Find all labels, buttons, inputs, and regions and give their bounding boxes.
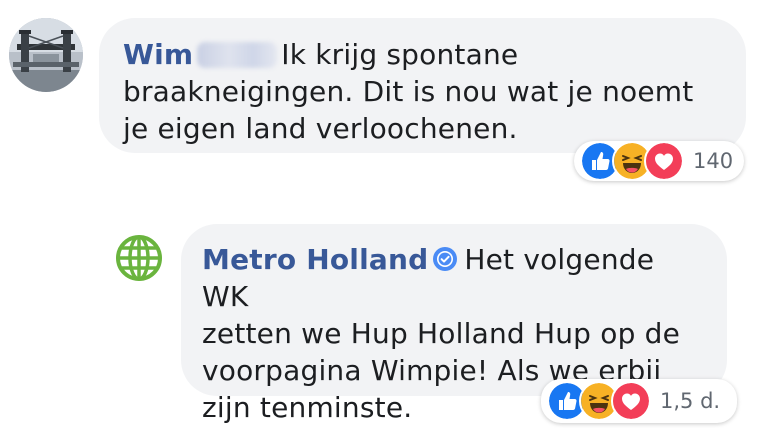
comment-author-link[interactable]: Wim xyxy=(123,38,193,71)
avatar-metro-holland[interactable] xyxy=(114,233,164,283)
love-icon xyxy=(644,141,684,181)
redacted-name xyxy=(197,42,278,68)
reply-text-line: zijn tenminste. xyxy=(202,391,413,424)
love-icon xyxy=(611,381,651,421)
comment-text: Wim Ik krijg spontane braakneigingen. Dit… xyxy=(123,36,726,147)
reply-timestamp[interactable]: 1,5 d. xyxy=(660,389,720,413)
comment-text-line: je eigen land verloochenen. xyxy=(123,112,518,145)
reactions-summary[interactable]: 140 xyxy=(574,141,744,181)
comment-text-line: Ik krijg spontane xyxy=(281,38,519,71)
reply-author-link[interactable]: Metro Holland xyxy=(202,243,428,276)
reply-bubble: Metro Holland Het volgende WK zetten we … xyxy=(181,224,727,424)
verified-badge-icon xyxy=(433,247,458,271)
reactions-summary[interactable]: 1,5 d. xyxy=(541,379,737,423)
reply-text-line: zetten we Hup Holland Hup op de xyxy=(202,317,681,350)
comment-text-line: braakneigingen. Dit is nou wat je noemt xyxy=(123,75,694,108)
avatar-wim[interactable] xyxy=(9,18,83,92)
bridge-photo-icon xyxy=(9,18,83,92)
globe-icon xyxy=(114,233,164,283)
reaction-count: 140 xyxy=(693,149,734,173)
comment-bubble: Wim Ik krijg spontane braakneigingen. Dit… xyxy=(99,18,746,153)
